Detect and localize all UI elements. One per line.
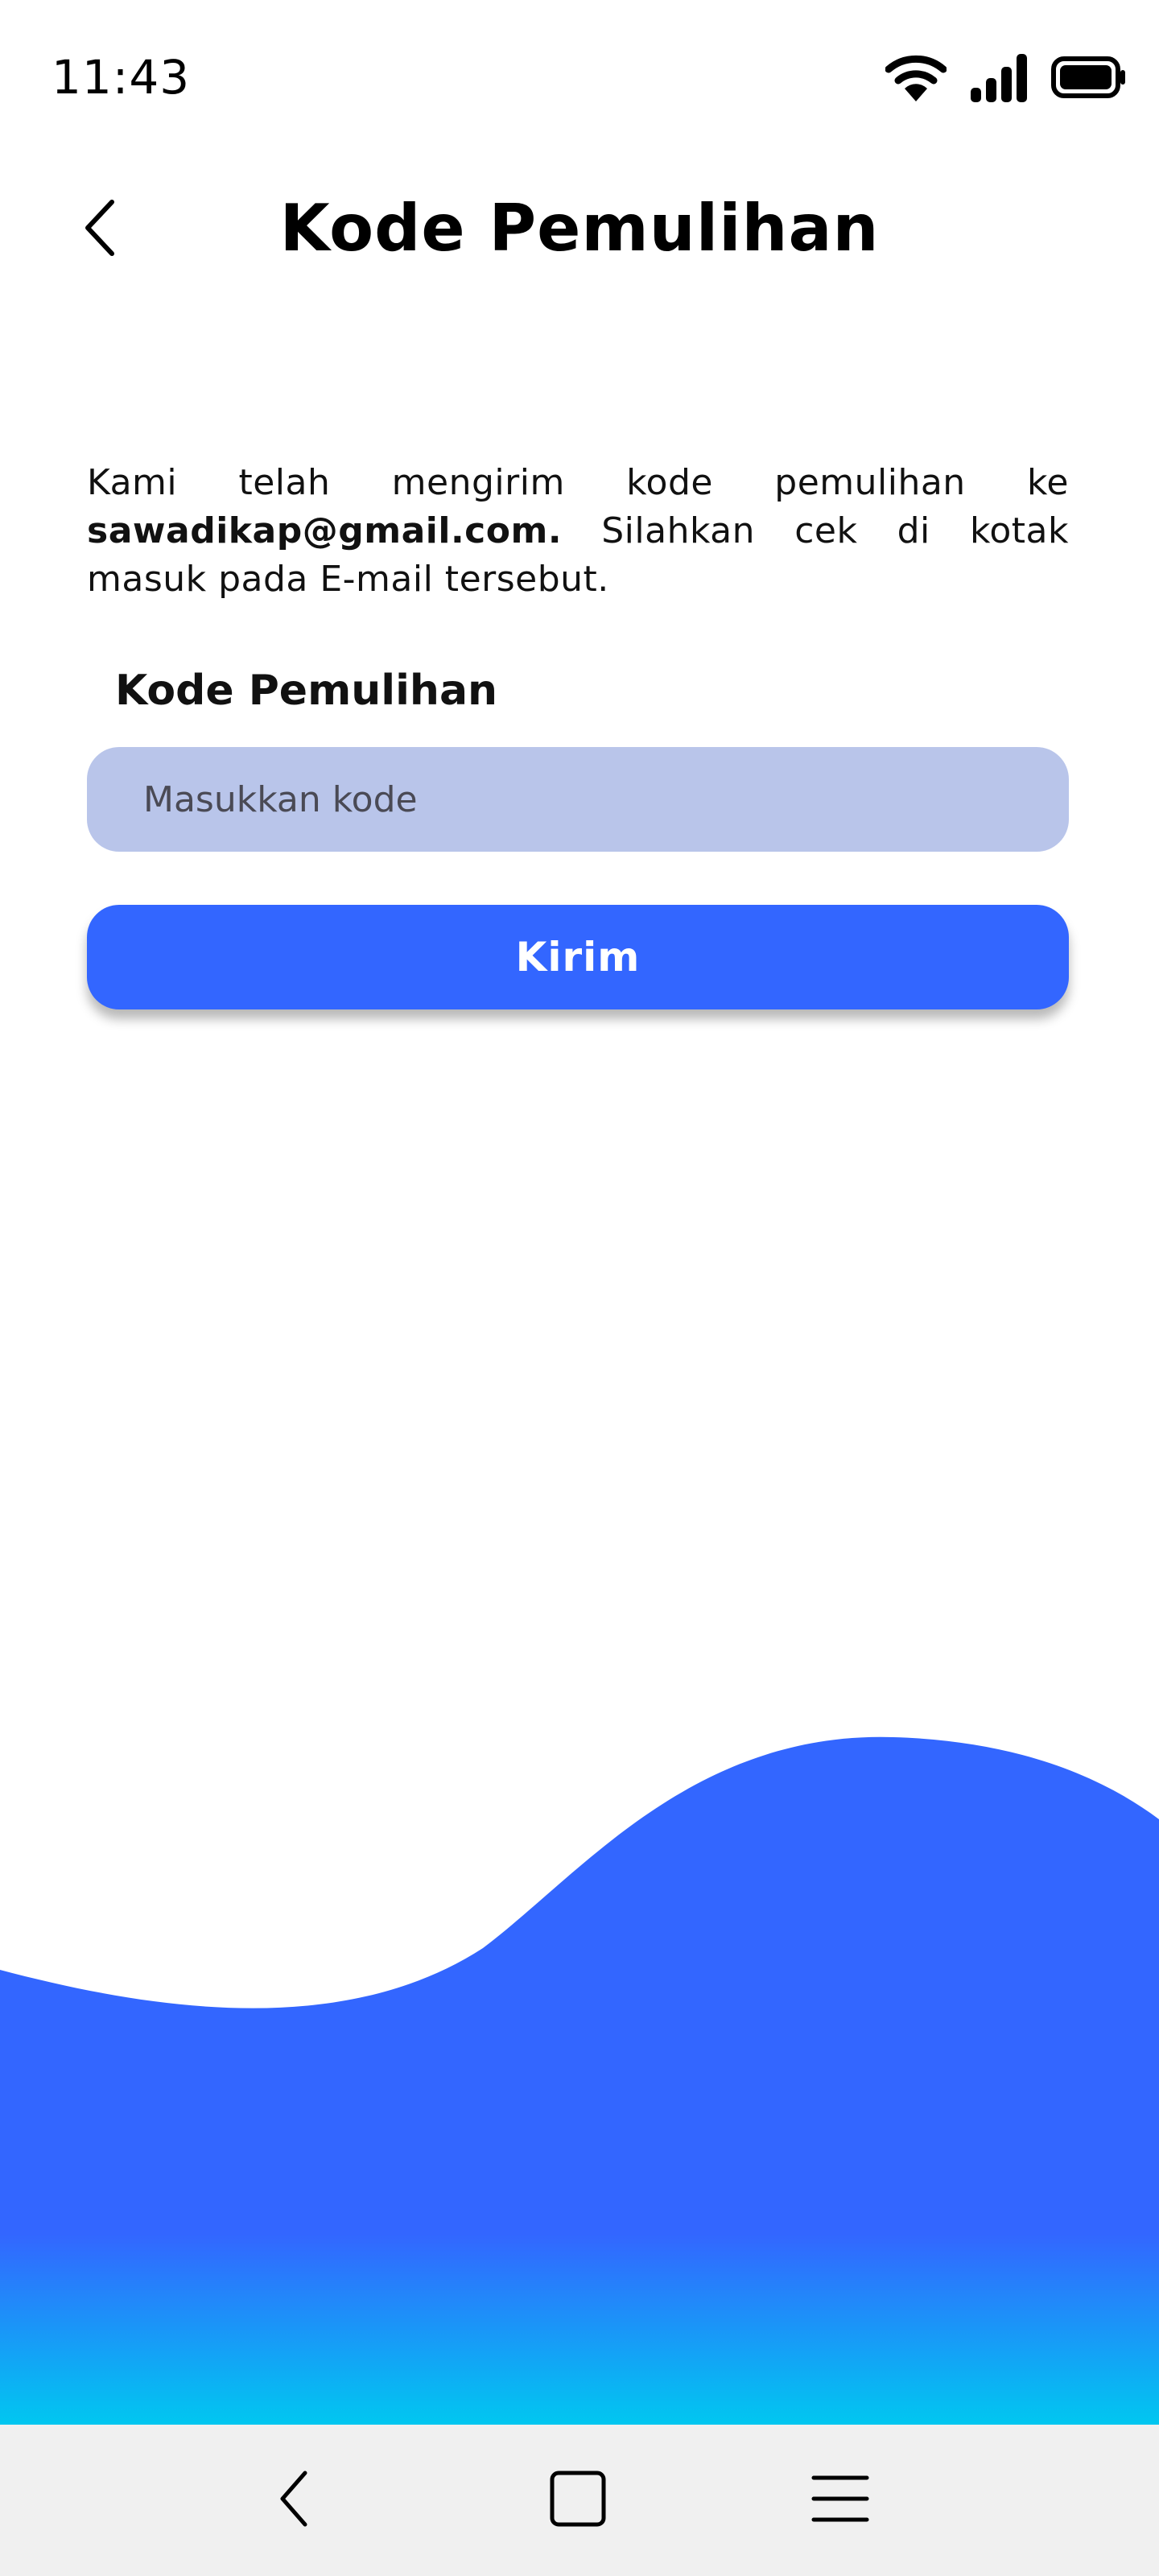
home-square-icon xyxy=(549,2470,607,2531)
page-title: Kode Pemulihan xyxy=(279,191,880,266)
nav-recents-button[interactable] xyxy=(800,2460,881,2541)
submit-button[interactable]: Kirim xyxy=(87,905,1069,1009)
instruction-text-before: Kami telah mengirim kode pemulihan ke xyxy=(87,462,1069,503)
status-bar: 11:43 xyxy=(0,0,1159,153)
recovery-email: sawadikap@gmail.com. xyxy=(87,510,563,551)
status-icons xyxy=(885,45,1127,109)
signal-icon xyxy=(969,52,1029,102)
back-triangle-icon xyxy=(274,2468,315,2533)
menu-lines-icon xyxy=(810,2473,870,2528)
system-nav-bar xyxy=(0,2425,1159,2576)
code-field-label: Kode Pemulihan xyxy=(115,667,498,715)
wifi-icon xyxy=(885,52,947,103)
battery-icon xyxy=(1051,56,1127,98)
instruction-text: Kami telah mengirim kode pemulihan ke sa… xyxy=(87,459,1069,604)
nav-back-button[interactable] xyxy=(254,2460,335,2541)
wave-decoration xyxy=(0,1736,1159,2427)
status-time: 11:43 xyxy=(52,50,191,105)
nav-home-button[interactable] xyxy=(538,2460,618,2541)
recovery-code-input[interactable] xyxy=(87,747,1069,852)
